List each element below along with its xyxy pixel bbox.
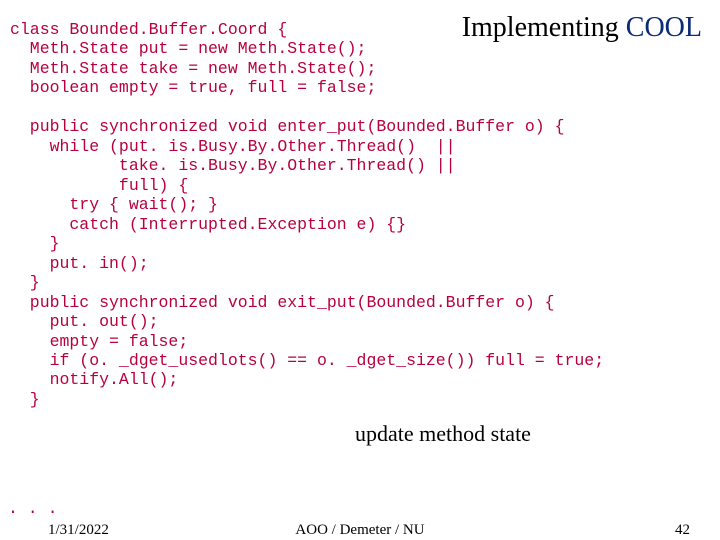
- code-line: full) {: [10, 176, 188, 195]
- code-line: class Bounded.Buffer.Coord {: [10, 20, 287, 39]
- code-line: put. in();: [10, 254, 149, 273]
- code-line: if (o. _dget_usedlots() == o. _dget_size…: [10, 351, 604, 370]
- annotation-text: update method state: [355, 421, 531, 447]
- code-line: try { wait(); }: [10, 195, 218, 214]
- code-line: empty = false;: [10, 332, 188, 351]
- code-line: notify.All();: [10, 370, 178, 389]
- title-prefix: Implementing: [462, 12, 626, 43]
- code-line: }: [10, 234, 60, 253]
- code-line: while (put. is.Busy.By.Other.Thread() ||: [10, 137, 456, 156]
- code-line: public synchronized void enter_put(Bound…: [10, 117, 565, 136]
- slide: Implementing COOL class Bounded.Buffer.C…: [0, 0, 720, 540]
- code-line: catch (Interrupted.Exception e) {}: [10, 215, 406, 234]
- title-highlight: COOL: [626, 12, 702, 43]
- code-line: }: [10, 390, 40, 409]
- code-line: take. is.Busy.By.Other.Thread() ||: [10, 156, 456, 175]
- code-block: class Bounded.Buffer.Coord { Meth.State …: [10, 20, 710, 409]
- slide-title: Implementing COOL: [462, 12, 702, 44]
- footer-page-number: 42: [675, 522, 690, 539]
- code-line: Meth.State put = new Meth.State();: [10, 39, 366, 58]
- code-line: put. out();: [10, 312, 159, 331]
- code-line: }: [10, 273, 40, 292]
- footer-center: AOO / Demeter / NU: [0, 522, 720, 539]
- code-line: Meth.State take = new Meth.State();: [10, 59, 376, 78]
- ellipsis: . . .: [8, 499, 58, 518]
- code-line: public synchronized void exit_put(Bounde…: [10, 293, 555, 312]
- code-line: boolean empty = true, full = false;: [10, 78, 376, 97]
